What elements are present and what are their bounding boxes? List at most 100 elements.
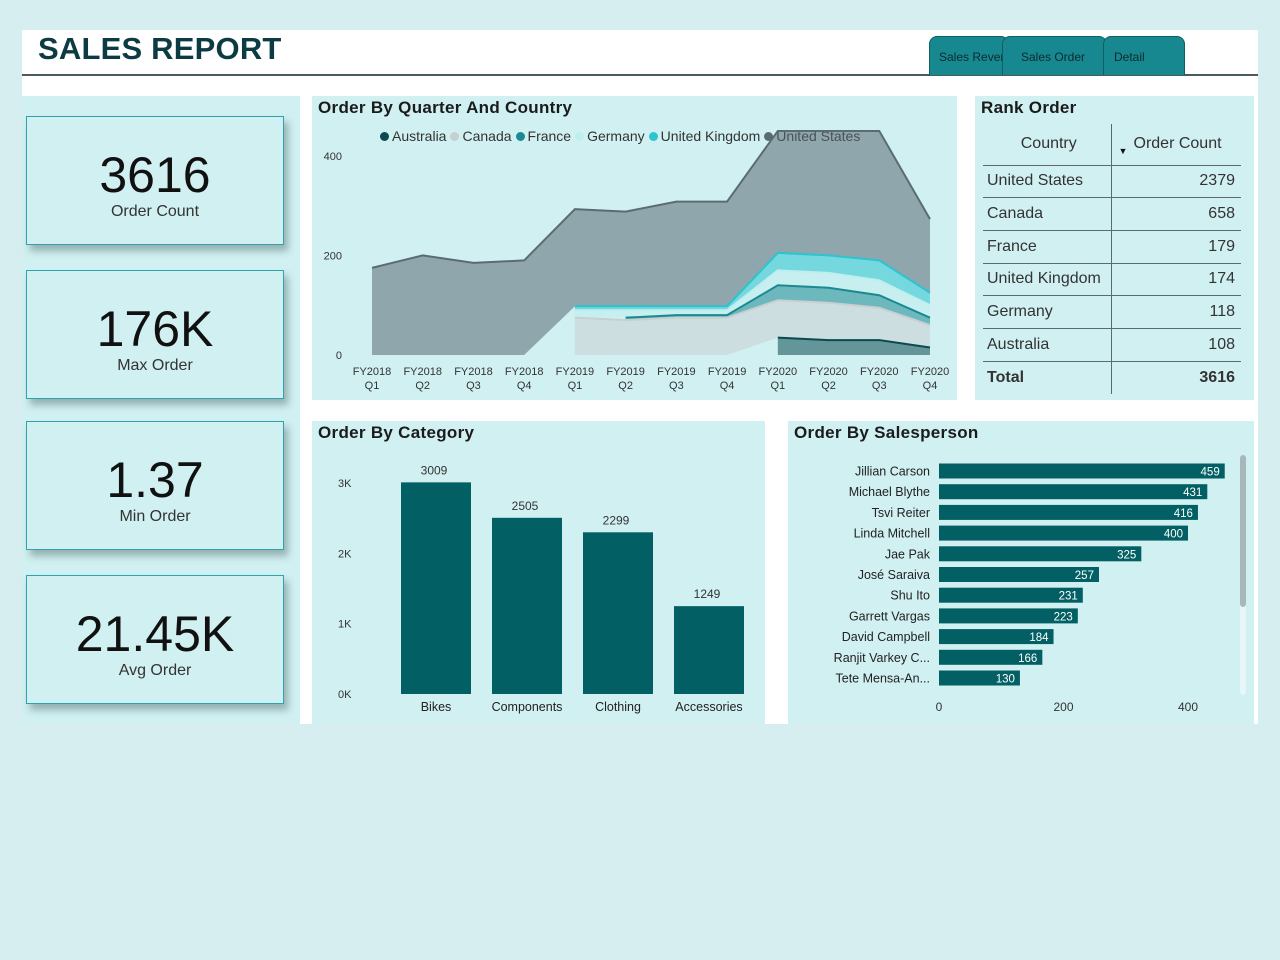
y-tick-label: David Campbell [842, 630, 930, 644]
x-tick-label: FY2018 [353, 366, 392, 378]
column-header-country[interactable]: Country [983, 124, 1112, 166]
x-tick-label: Q2 [618, 380, 633, 392]
data-label: 325 [1117, 549, 1136, 561]
country-cell: United States [983, 165, 1112, 199]
x-tick-label: Bikes [421, 700, 452, 714]
y-tick-label: Garrett Vargas [849, 609, 930, 623]
bar-jae-pak [939, 546, 1142, 562]
y-tick-label: Jae Pak [885, 547, 931, 561]
x-tick-label: FY2020 [911, 366, 950, 378]
table-row[interactable]: France 179 [983, 230, 1241, 264]
x-tick-label: FY2018 [505, 366, 544, 378]
table-row[interactable]: Australia 108 [983, 328, 1241, 362]
y-tick-label: Linda Mitchell [854, 527, 930, 541]
x-tick-label: Q1 [365, 380, 380, 392]
tab-detail[interactable]: Detail [1103, 36, 1185, 75]
y-tick-label: 200 [324, 250, 342, 262]
total-value: 3616 [1199, 368, 1235, 386]
kpi-order-count: 3616 Order Count [26, 116, 284, 245]
table-row[interactable]: United States 2379 [983, 165, 1241, 199]
salesperson-bar-chart: 459 Jillian Carson 431 Michael Blythe 416 Tsv… [834, 463, 1225, 714]
x-tick-label: 0 [936, 700, 943, 714]
column-header-order-count[interactable]: ▼ Order Count [1111, 124, 1241, 166]
vertical-scrollbar[interactable] [1240, 455, 1246, 607]
salesperson-chart-panel[interactable]: Order By Salesperson 459 Jillian Carson 43… [788, 421, 1254, 724]
data-label: 459 [1201, 467, 1220, 479]
kpi-value: 21.45K [75, 606, 235, 662]
x-tick-label: 400 [1178, 700, 1198, 714]
x-tick-label: 200 [1053, 700, 1073, 714]
column-header-label: Order Count [1133, 135, 1222, 153]
y-tick-label: 400 [324, 151, 342, 163]
y-tick-label: Tsvi Reiter [872, 506, 930, 520]
area-chart-panel[interactable]: Order By Quarter And Country Australia Ca… [312, 96, 957, 400]
kpi-max-order: 176K Max Order [26, 270, 284, 399]
x-tick-label: FY2020 [809, 366, 848, 378]
y-tick-label: 0 [336, 350, 342, 362]
table-title: Rank Order [981, 98, 1077, 117]
data-label: 431 [1183, 487, 1202, 499]
x-tick-label: Components [492, 700, 563, 714]
x-tick-label: Q2 [415, 380, 430, 392]
y-tick-label: Shu Ito [890, 589, 930, 603]
data-label: 2299 [603, 513, 630, 527]
table-row[interactable]: Germany 118 [983, 295, 1241, 329]
bar-clothing [583, 532, 653, 694]
kpi-label: Min Order [119, 508, 191, 525]
y-tick-label: José Saraiva [858, 568, 930, 582]
country-cell: Australia [983, 328, 1112, 362]
bar-accessories [674, 606, 744, 694]
data-label: 184 [1029, 632, 1049, 644]
category-bar-chart: 0K 1K 2K 3K 3009 Bikes 2505 Components 2299 Cloth… [338, 463, 744, 714]
country-cell: United Kingdom [983, 263, 1112, 297]
y-tick-label: Michael Blythe [849, 485, 930, 499]
table-total-row: Total 3616 [983, 361, 1241, 394]
rank-table-panel: Rank Order Country ▼ Order Count United … [975, 96, 1254, 400]
page-title: SALES REPORT [38, 31, 282, 66]
sort-descending-icon[interactable]: ▼ [1119, 146, 1128, 156]
y-tick-label: Ranjit Varkey C... [834, 651, 930, 665]
bar-michael-blythe [939, 484, 1208, 500]
data-label: 130 [996, 674, 1015, 686]
data-label: 2505 [512, 499, 539, 513]
x-tick-label: Q1 [568, 380, 583, 392]
country-cell: France [983, 230, 1112, 264]
order-count-cell: 118 [1111, 295, 1241, 329]
y-tick-label: 2K [338, 548, 352, 560]
y-tick-label: Jillian Carson [855, 465, 930, 479]
data-label: 231 [1059, 591, 1078, 603]
x-tick-label: Accessories [675, 700, 742, 714]
x-tick-label: Q3 [669, 380, 684, 392]
x-tick-label: Q3 [872, 380, 887, 392]
table-row[interactable]: Canada 658 [983, 197, 1241, 231]
tab-sales-order[interactable]: Sales Order [1002, 36, 1107, 75]
x-tick-label: Q4 [720, 380, 735, 392]
data-label: 416 [1174, 508, 1193, 520]
tab-sales-revenue[interactable]: Sales Revenue [929, 36, 1009, 75]
order-count-cell: 174 [1111, 263, 1241, 297]
x-tick-label: FY2019 [657, 366, 696, 378]
category-chart-panel[interactable]: Order By Category 0K 1K 2K 3K 3009 Bikes 2505 C… [312, 421, 765, 724]
order-count-cell: 2379 [1111, 165, 1241, 199]
y-tick-label: Tete Mensa-An... [836, 672, 931, 686]
x-tick-label: Q3 [466, 380, 481, 392]
bar-linda-mitchell [939, 525, 1188, 541]
order-count-cell: 179 [1111, 230, 1241, 264]
table-row[interactable]: United Kingdom 174 [983, 263, 1241, 297]
x-tick-label: FY2018 [403, 366, 442, 378]
x-tick-label: Q2 [821, 380, 836, 392]
kpi-label: Max Order [117, 357, 193, 374]
x-tick-label: Q4 [517, 380, 532, 392]
data-label: 257 [1075, 570, 1094, 582]
data-label: 400 [1164, 529, 1183, 541]
data-label: 1249 [694, 587, 721, 601]
x-tick-label: FY2018 [454, 366, 493, 378]
rank-table: Country ▼ Order Count United States 2379 C… [983, 124, 1241, 394]
kpi-value: 176K [96, 301, 214, 357]
bar-tsvi-reiter [939, 504, 1198, 520]
kpi-label: Avg Order [118, 662, 192, 679]
x-tick-label: Q4 [923, 380, 938, 392]
y-tick-label: 1K [338, 619, 352, 631]
kpi-value: 1.37 [106, 452, 204, 508]
data-label: 223 [1054, 611, 1073, 623]
